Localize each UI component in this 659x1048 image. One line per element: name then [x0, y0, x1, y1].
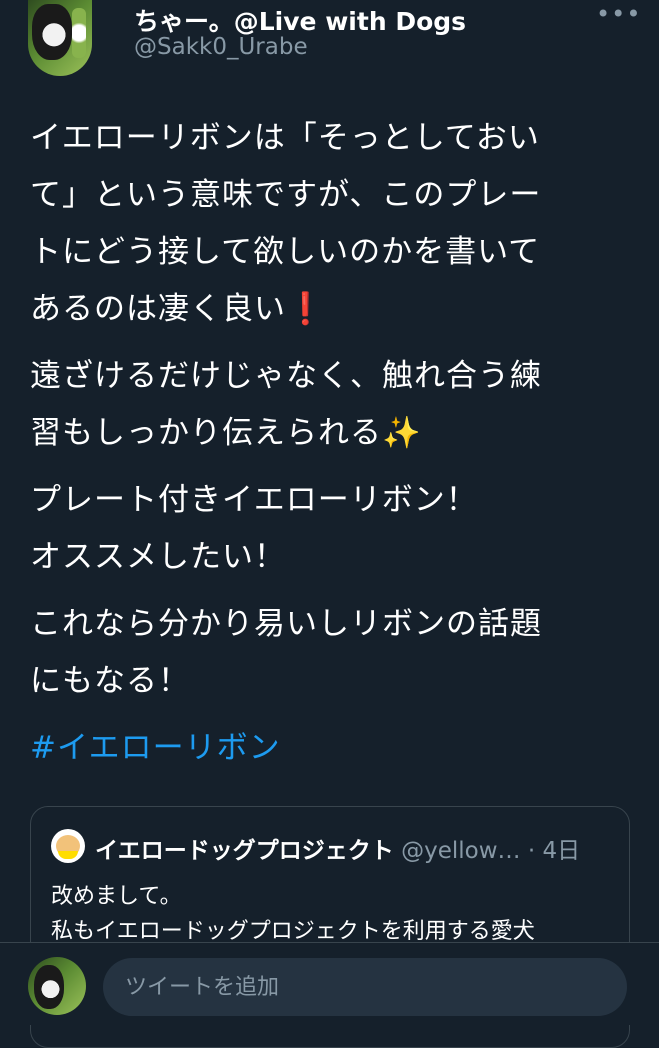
reply-input[interactable] — [103, 958, 627, 1016]
more-icon[interactable]: ••• — [596, 2, 640, 28]
quoted-author-name: イエロードッグプロジェクト — [95, 838, 394, 864]
tweet-paragraph: これなら分かり易いしリボンの話題 にもなる！ — [30, 606, 542, 699]
tweet-header: ちゃー。@Live with Dogs @Sakk0_Urabe ••• — [0, 0, 659, 90]
author-avatar[interactable] — [28, 0, 92, 76]
reply-bar — [0, 942, 659, 1025]
tweet-text: イエローリボンは「そっとしておい て」という意味ですが、このプレー トにどう接し… — [30, 110, 630, 787]
tweet-hashtag[interactable]: #イエローリボン — [30, 720, 630, 777]
quoted-tweet-time: · 4日 — [527, 838, 581, 864]
sparkles-emoji-icon: ✨ — [382, 415, 422, 451]
quoted-author-avatar — [51, 829, 85, 863]
tweet-paragraph: 遠ざけるだけじゃなく、触れ合う練 習もしっかり伝えられる✨ — [30, 358, 542, 451]
current-user-avatar[interactable] — [28, 957, 86, 1015]
quoted-tweet-header: イエロードッグプロジェクト @yellow… · 4日 — [95, 831, 580, 865]
dog-photo — [34, 965, 64, 1009]
yellow-bandana-icon — [58, 851, 78, 859]
flower-photo — [72, 8, 86, 58]
quoted-tweet-text: 改めまして。 私もイエロードッグプロジェクトを利用する愛犬 — [51, 884, 535, 944]
author-handle[interactable]: @Sakk0_Urabe — [134, 34, 308, 60]
dog-photo — [32, 4, 72, 60]
tweet-paragraph: プレート付きイエローリボン！ オススメしたい！ — [30, 482, 478, 575]
tweet-paragraph: イエローリボンは「そっとしておい て」という意味ですが、このプレー トにどう接し… — [30, 120, 542, 327]
author-display-name[interactable]: ちゃー。@Live with Dogs — [134, 2, 466, 38]
exclamation-emoji-icon: ❗ — [286, 291, 326, 327]
quoted-author-handle: @yellow… — [401, 838, 521, 864]
